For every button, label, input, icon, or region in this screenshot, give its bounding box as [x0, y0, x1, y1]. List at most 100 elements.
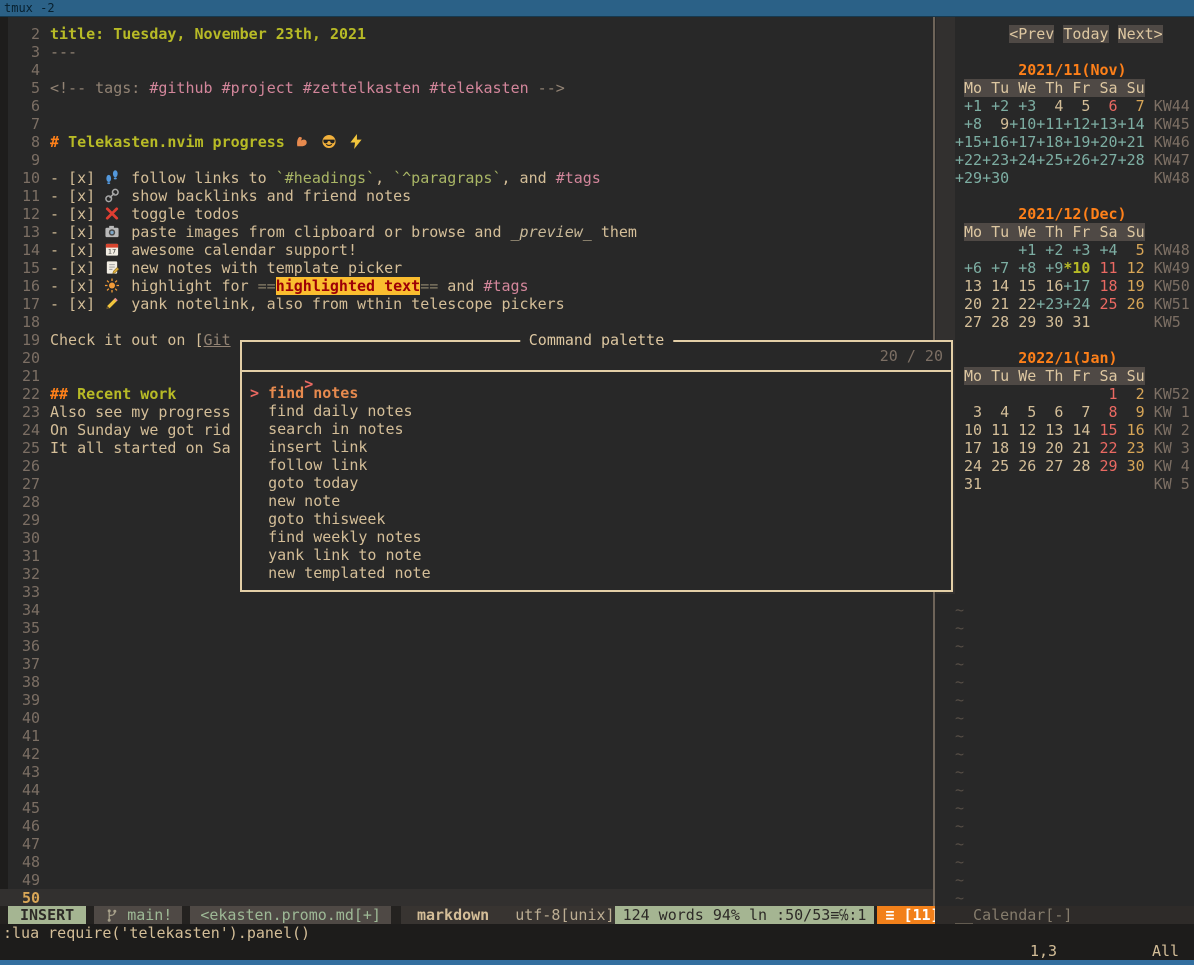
editor-line[interactable]: 37 [0, 655, 933, 673]
editor-line[interactable]: 41 [0, 727, 933, 745]
calendar-day[interactable]: +7 [982, 259, 1009, 277]
calendar-day[interactable]: +3 [1063, 241, 1090, 259]
calendar-day[interactable]: +23 [1036, 295, 1063, 313]
calendar-day[interactable]: 30 [1118, 457, 1145, 475]
palette-item[interactable]: > find notes [242, 384, 951, 402]
calendar-day[interactable]: +1 [955, 97, 982, 115]
command-line[interactable]: :lua require('telekasten').panel() [0, 924, 1194, 942]
calendar-day[interactable]: 26 [1009, 457, 1036, 475]
editor-line[interactable]: 50 [0, 889, 933, 906]
calendar-day[interactable]: 11 [982, 421, 1009, 439]
palette-item[interactable]: find daily notes [242, 402, 951, 420]
calendar-day[interactable]: +9 [1036, 259, 1063, 277]
calendar-day[interactable] [1118, 313, 1145, 331]
calendar-day[interactable]: +15 [955, 133, 982, 151]
calendar-day[interactable]: 31 [1063, 313, 1090, 331]
calendar-day[interactable]: 9 [982, 115, 1009, 133]
calendar-day[interactable]: +24 [1009, 151, 1036, 169]
calendar-day[interactable]: +21 [1118, 133, 1145, 151]
calendar-day[interactable]: 14 [982, 277, 1009, 295]
calendar-day[interactable]: 7 [1118, 97, 1145, 115]
calendar-day[interactable] [955, 385, 982, 403]
calendar-day[interactable] [1009, 385, 1036, 403]
palette-item[interactable]: new templated note [242, 564, 951, 582]
calendar-day[interactable]: +8 [955, 115, 982, 133]
calendar-day[interactable]: +25 [1036, 151, 1063, 169]
calendar-day[interactable]: 25 [1090, 295, 1117, 313]
calendar-day[interactable] [1063, 385, 1090, 403]
calendar-day[interactable]: +30 [982, 169, 1009, 187]
calendar-day[interactable]: 4 [1036, 97, 1063, 115]
editor-line[interactable]: 42 [0, 745, 933, 763]
palette-item[interactable]: yank link to note [242, 546, 951, 564]
calendar-day[interactable]: 20 [955, 295, 982, 313]
calendar-day[interactable]: +18 [1036, 133, 1063, 151]
calendar-day[interactable]: 9 [1118, 403, 1145, 421]
calendar-day[interactable]: 8 [1090, 403, 1117, 421]
calendar-day[interactable]: +24 [1063, 295, 1090, 313]
calendar-day[interactable]: 25 [982, 457, 1009, 475]
palette-item[interactable]: insert link [242, 438, 951, 456]
calendar-day[interactable] [955, 241, 982, 259]
editor-line[interactable]: 34 [0, 601, 933, 619]
editor-line[interactable]: 17- [x] yank notelink, also from wthin t… [0, 295, 933, 313]
calendar-day[interactable] [1009, 475, 1036, 493]
calendar-day[interactable]: 13 [1036, 421, 1063, 439]
calendar-day[interactable] [1036, 475, 1063, 493]
calendar-day[interactable]: +13 [1090, 115, 1117, 133]
calendar-day[interactable]: 16 [1036, 277, 1063, 295]
calendar-day[interactable]: +27 [1090, 151, 1117, 169]
calendar-day[interactable]: 12 [1009, 421, 1036, 439]
calendar-day[interactable]: +2 [1036, 241, 1063, 259]
palette-item[interactable]: follow link [242, 456, 951, 474]
command-palette[interactable]: Command palette > 20 / 20 > find notes f… [240, 340, 953, 592]
editor-line[interactable]: 45 [0, 799, 933, 817]
calendar-day[interactable]: +10 [1009, 115, 1036, 133]
calendar-day[interactable]: +26 [1063, 151, 1090, 169]
editor-line[interactable]: 46 [0, 817, 933, 835]
calendar-day[interactable] [1036, 385, 1063, 403]
editor-line[interactable]: 13- [x] paste images from clipboard or b… [0, 223, 933, 241]
calendar-day[interactable]: 7 [1063, 403, 1090, 421]
calendar-day[interactable]: 24 [955, 457, 982, 475]
calendar-day[interactable] [1090, 313, 1117, 331]
calendar-day[interactable]: 6 [1090, 97, 1117, 115]
calendar-day[interactable]: 29 [1009, 313, 1036, 331]
editor-line[interactable]: 8# Telekasten.nvim progress [0, 133, 933, 151]
calendar-day[interactable]: 18 [982, 439, 1009, 457]
calendar-day[interactable]: 2 [1118, 385, 1145, 403]
calendar-day[interactable]: +20 [1090, 133, 1117, 151]
palette-item[interactable]: find weekly notes [242, 528, 951, 546]
calendar-day[interactable]: +12 [1063, 115, 1090, 133]
calendar-day[interactable]: 5 [1118, 241, 1145, 259]
calendar-day[interactable]: 5 [1063, 97, 1090, 115]
calendar-day[interactable]: 3 [955, 403, 982, 421]
editor-line[interactable]: 35 [0, 619, 933, 637]
calendar-day[interactable]: +11 [1036, 115, 1063, 133]
calendar-day[interactable]: +8 [1009, 259, 1036, 277]
calendar-day[interactable] [1090, 169, 1117, 187]
calendar-day[interactable]: +2 [982, 97, 1009, 115]
calendar-day[interactable]: +16 [982, 133, 1009, 151]
calendar-day[interactable] [1118, 475, 1145, 493]
calendar-day[interactable]: 22 [1090, 439, 1117, 457]
calendar-day[interactable]: +17 [1009, 133, 1036, 151]
editor-line[interactable]: 47 [0, 835, 933, 853]
calendar-day[interactable]: 18 [1090, 277, 1117, 295]
palette-prompt[interactable]: > [304, 375, 313, 393]
calendar-day[interactable]: 11 [1090, 259, 1117, 277]
calendar-day[interactable]: 28 [1063, 457, 1090, 475]
editor-line[interactable]: 6 [0, 97, 933, 115]
calendar-day[interactable]: 29 [1090, 457, 1117, 475]
palette-item[interactable]: search in notes [242, 420, 951, 438]
calendar-day[interactable]: 4 [982, 403, 1009, 421]
calendar-day[interactable] [1063, 169, 1090, 187]
calendar-day[interactable]: +17 [1063, 277, 1090, 295]
calendar-day[interactable]: 28 [982, 313, 1009, 331]
prev-button[interactable]: <Prev [1009, 25, 1054, 43]
calendar-day[interactable]: 27 [1036, 457, 1063, 475]
calendar-day[interactable]: +19 [1063, 133, 1090, 151]
calendar-day[interactable]: 6 [1036, 403, 1063, 421]
calendar-day[interactable]: 5 [1009, 403, 1036, 421]
calendar-day[interactable]: 19 [1118, 277, 1145, 295]
